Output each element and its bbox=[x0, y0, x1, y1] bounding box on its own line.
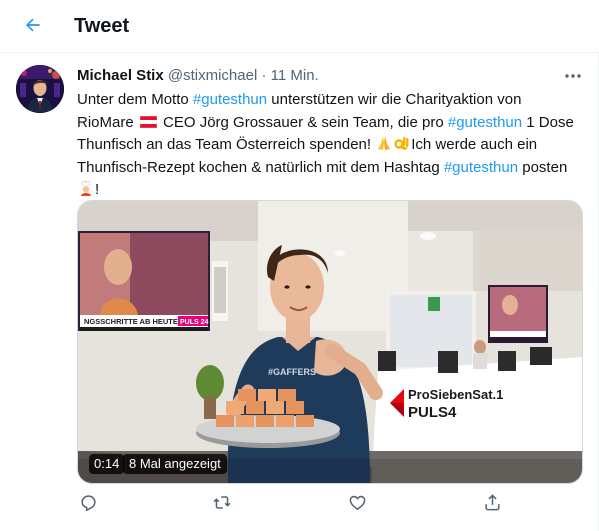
text-fragment: unterstützen wir die Charityaktion von bbox=[267, 91, 522, 108]
video-views-badge: 8 Mal angezeigt bbox=[123, 454, 227, 474]
text-fragment: RioMare bbox=[77, 113, 138, 131]
shirt-text: #GAFFERS bbox=[268, 367, 316, 377]
text-fragment: ! bbox=[95, 181, 100, 198]
like-button[interactable] bbox=[346, 494, 368, 516]
cook-emoji bbox=[77, 180, 95, 196]
avatar[interactable] bbox=[16, 65, 64, 113]
arrow-left-icon bbox=[23, 15, 43, 40]
page-header: Tweet bbox=[0, 0, 599, 53]
tweet-text-line: RioMare CEO Jörg Grossauer & sein Team, … bbox=[77, 112, 587, 135]
share-button[interactable] bbox=[481, 494, 503, 516]
tweet-timestamp[interactable]: 11 Min. bbox=[271, 67, 319, 84]
like-icon bbox=[348, 493, 367, 517]
hashtag-link[interactable]: #gutesthun bbox=[444, 159, 518, 176]
meta-separator: · bbox=[261, 67, 267, 84]
retweet-button[interactable] bbox=[211, 494, 233, 516]
tweet-text-line: Thunfisch an das Team Österreich spenden… bbox=[77, 134, 587, 157]
video-player[interactable]: NGSSCHRITTE AB HEUTE PULS 24 ProSiebenSa… bbox=[77, 200, 583, 484]
more-options-button[interactable] bbox=[562, 65, 584, 85]
author-name[interactable]: Michael Stix bbox=[77, 67, 164, 84]
text-fragment: Unter dem Motto bbox=[77, 91, 193, 108]
retweet-icon bbox=[212, 493, 232, 517]
hashtag-link[interactable]: #gutesthun bbox=[193, 91, 267, 108]
tv-ticker-text: NGSSCHRITTE AB HEUTE bbox=[84, 317, 178, 326]
tweet-text-line: Thunfisch-Rezept kochen & natürlich mit … bbox=[77, 157, 587, 180]
tweet-detail-page: Tweet Michael Stix @stixmichael · 11 Min… bbox=[0, 0, 599, 531]
share-icon bbox=[483, 493, 502, 517]
tweet: Michael Stix @stixmichael · 11 Min. Unte… bbox=[0, 53, 599, 531]
reply-button[interactable] bbox=[77, 494, 99, 516]
tweet-text: Unter dem Motto #gutesthun unterstützen … bbox=[77, 89, 587, 202]
text-fragment: Thunfisch an das Team Österreich spenden… bbox=[77, 136, 376, 153]
author-handle[interactable]: @stixmichael bbox=[168, 67, 257, 84]
more-horizontal-icon bbox=[564, 66, 582, 84]
ok-hand-emoji bbox=[393, 135, 411, 151]
tweet-text-line: Unter dem Motto #gutesthun unterstützen … bbox=[77, 89, 587, 112]
tweet-text-line: ! bbox=[77, 179, 587, 202]
hashtag-link[interactable]: #gutesthun bbox=[448, 114, 522, 131]
tv-brand-text: PULS 24 bbox=[180, 319, 209, 326]
text-fragment: posten bbox=[518, 158, 568, 176]
text-fragment: CEO Jörg Grossauer & sein Team, die pro bbox=[158, 113, 448, 131]
reply-icon bbox=[79, 493, 98, 517]
folded-hands-emoji bbox=[375, 135, 393, 151]
back-button[interactable] bbox=[16, 10, 50, 44]
tweet-meta: Michael Stix @stixmichael · 11 Min. bbox=[77, 66, 319, 86]
wall-logo-line1: ProSiebenSat.1 bbox=[408, 387, 503, 402]
text-fragment: 1 Dose bbox=[522, 113, 574, 131]
page-title: Tweet bbox=[74, 15, 130, 37]
tweet-actions-bar bbox=[77, 494, 583, 518]
text-fragment: Ich werde auch ein bbox=[411, 136, 538, 153]
video-duration-badge: 0:14 bbox=[89, 454, 125, 474]
wall-logo-line2: PULS4 bbox=[408, 404, 457, 421]
text-fragment: Thunfisch-Rezept kochen & natürlich mit … bbox=[77, 158, 444, 176]
austria-flag-icon bbox=[139, 113, 158, 128]
